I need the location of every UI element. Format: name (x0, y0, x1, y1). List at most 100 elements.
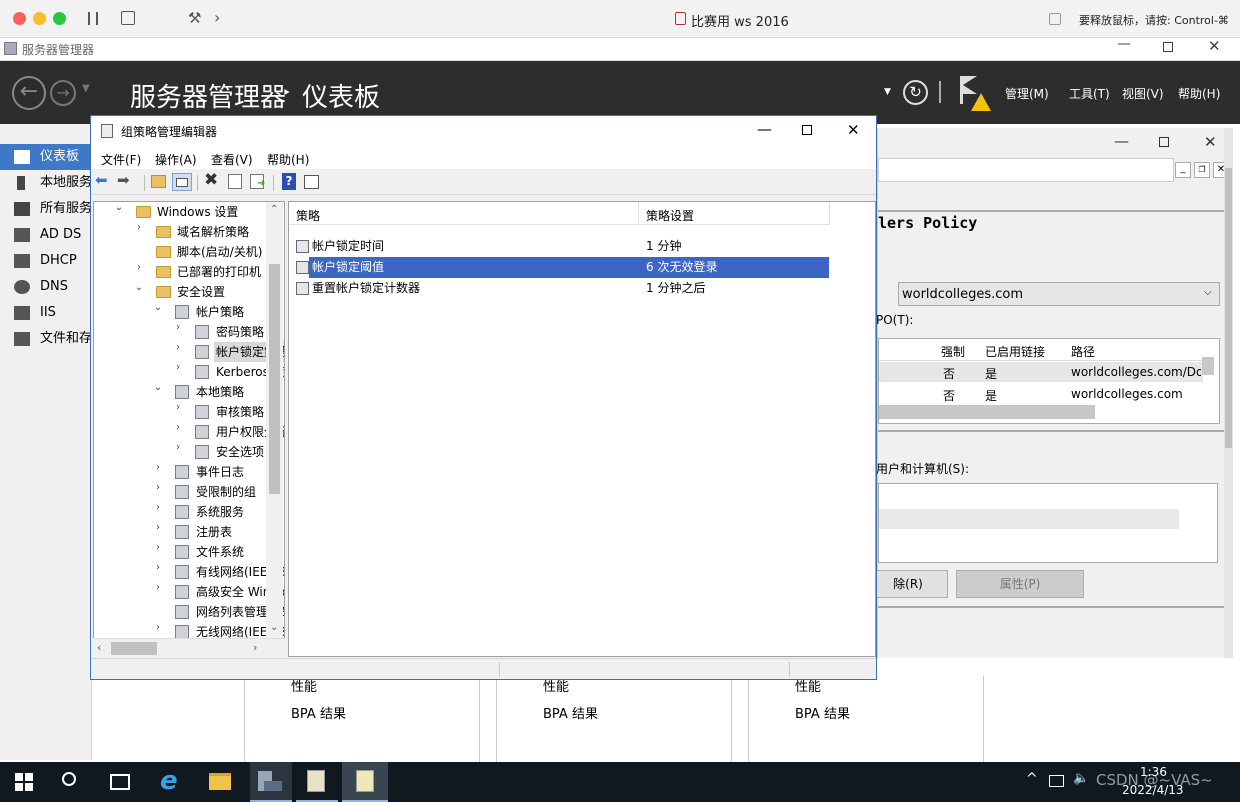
dialog-minimize-button[interactable]: — (1114, 132, 1129, 150)
domain-select[interactable]: worldcolleges.com ⌵ (898, 282, 1220, 306)
menu-tools[interactable]: 工具(T) (1069, 85, 1110, 102)
show-hide-tree-icon[interactable] (172, 173, 192, 191)
col-path[interactable]: 路径 (1071, 343, 1095, 360)
security-filter-list[interactable] (878, 483, 1218, 563)
dropdown-icon[interactable]: ▼ (884, 87, 891, 97)
menu-help[interactable]: 帮助(H) (267, 151, 309, 168)
console-icon[interactable] (304, 175, 319, 189)
sidebar-item-local-server[interactable]: 本地服务器 (0, 170, 92, 196)
links-table[interactable]: 强制 已启用链接 路径 否 是 worldcolleges.com/Do 否 是… (878, 338, 1220, 424)
sidebar-item-file-storage[interactable]: 文件和存储服务 (0, 326, 92, 352)
back-arrow-icon[interactable]: ⬅ (95, 171, 108, 189)
history-dropdown-icon[interactable]: ▼ (82, 83, 90, 94)
list-item[interactable] (879, 509, 1179, 529)
menu-action[interactable]: 操作(A) (155, 151, 197, 168)
taskbar-server-manager[interactable] (250, 762, 292, 802)
collapsed-chevron-icon[interactable]: › (173, 362, 183, 382)
collapsed-chevron-icon[interactable]: › (173, 422, 183, 442)
col-policy-setting[interactable]: 策略设置 (646, 207, 694, 224)
vertical-scrollbar[interactable] (1202, 357, 1214, 375)
gpo-close-button[interactable]: ✕ (847, 121, 860, 139)
col-link-enabled[interactable]: 已启用链接 (985, 343, 1045, 360)
warning-icon[interactable] (971, 93, 991, 111)
menu-view[interactable]: 视图(V) (1122, 85, 1164, 102)
dialog-maximize-button[interactable] (1159, 137, 1169, 147)
policy-list[interactable]: ⌃ 策略 策略设置 帐户锁定时间 1 分钟 帐户锁定阈值 6 次无效登录 重置帐户锁定计… (288, 201, 876, 657)
policy-name[interactable]: 帐户锁定时间 (312, 236, 384, 256)
search-icon[interactable] (62, 772, 76, 786)
collapsed-chevron-icon[interactable]: › (173, 442, 183, 462)
expanded-chevron-icon[interactable]: ⌄ (134, 282, 144, 302)
back-icon[interactable]: ← (12, 76, 46, 110)
expanded-chevron-icon[interactable]: ⌄ (153, 302, 163, 322)
policy-value[interactable]: 1 分钟之后 (646, 278, 705, 298)
tree-vscrollbar[interactable]: ⌃ ⌄ (266, 202, 283, 638)
chevron-right-icon[interactable]: › (214, 8, 220, 27)
tile-bpa-results[interactable]: BPA 结果 (543, 703, 598, 722)
policy-name[interactable]: 重置帐户锁定计数器 (312, 278, 420, 298)
tile-bpa-results[interactable]: BPA 结果 (795, 703, 850, 722)
sidebar-item-ad-ds[interactable]: AD DS (0, 222, 92, 248)
delete-icon[interactable]: ✖ (204, 170, 218, 190)
menu-help[interactable]: 帮助(H) (1178, 85, 1220, 102)
sidebar-item-all-servers[interactable]: 所有服务器 (0, 196, 92, 222)
help-icon[interactable]: ? (282, 173, 296, 190)
col-policy[interactable]: 策略 (296, 207, 320, 224)
window-icon[interactable] (1049, 13, 1061, 25)
policy-name[interactable]: 帐户锁定阈值 (312, 257, 384, 277)
sidebar-item-iis[interactable]: IIS (0, 300, 92, 326)
sidebar-item-dashboard[interactable]: 仪表板 (0, 144, 92, 170)
collapsed-chevron-icon[interactable]: › (173, 402, 183, 422)
role-tile[interactable]: 性能 BPA 结果 (496, 676, 732, 766)
internet-explorer-icon[interactable]: e (160, 766, 178, 796)
menu-file[interactable]: 文件(F) (101, 151, 141, 168)
snapshot-icon[interactable] (121, 11, 135, 25)
restore-button[interactable] (1163, 42, 1173, 52)
minimize-button[interactable]: — (1117, 36, 1131, 52)
zoom-dot-icon[interactable] (53, 12, 66, 25)
collapsed-chevron-icon[interactable]: › (153, 562, 163, 582)
sidebar-item-dhcp[interactable]: DHCP (0, 248, 92, 274)
network-icon[interactable] (1049, 775, 1064, 787)
collapsed-chevron-icon[interactable]: › (153, 582, 163, 602)
policy-value[interactable]: 1 分钟 (646, 236, 681, 256)
export-list-icon[interactable]: ➜ (250, 174, 265, 189)
volume-icon[interactable]: 🔈 (1073, 771, 1089, 786)
file-explorer-icon[interactable] (209, 773, 231, 790)
taskbar-gpo-editor[interactable] (342, 762, 388, 802)
outer-scrollbar[interactable] (1224, 128, 1233, 658)
forward-icon[interactable]: → (50, 80, 76, 106)
minimize-dot-icon[interactable] (33, 12, 46, 25)
notification-flag-icon[interactable] (963, 76, 977, 94)
close-dot-icon[interactable] (13, 12, 26, 25)
pause-icon[interactable] (88, 12, 98, 25)
gpo-maximize-button[interactable] (802, 125, 812, 135)
menu-manage[interactable]: 管理(M) (1005, 85, 1049, 102)
role-tile[interactable]: 性能 BPA 结果 (748, 676, 984, 766)
collapsed-chevron-icon[interactable]: › (153, 462, 163, 482)
refresh-icon[interactable]: ↻ (903, 80, 928, 105)
role-tile[interactable]: 性能 BPA 结果 (244, 676, 480, 766)
collapsed-chevron-icon[interactable]: › (134, 262, 144, 282)
taskbar-group-policy-management[interactable] (296, 762, 338, 802)
collapsed-chevron-icon[interactable]: › (153, 542, 163, 562)
windows-start-icon[interactable] (15, 773, 33, 791)
col-enforced[interactable]: 强制 (941, 343, 965, 360)
sidebar-item-dns[interactable]: DNS (0, 274, 92, 300)
gpo-minimize-button[interactable]: — (757, 120, 772, 138)
chevron-up-icon[interactable]: ^ (1026, 771, 1038, 787)
menu-view[interactable]: 查看(V) (211, 151, 253, 168)
forward-arrow-icon[interactable]: ➡ (117, 171, 130, 189)
up-folder-icon[interactable] (151, 175, 166, 188)
collapsed-chevron-icon[interactable]: › (173, 342, 183, 362)
policy-tree[interactable]: ⌄ Windows 设置 › 域名解析策略 脚本(启动/关机) › 已部署的打印机 ⌄ 安全设置… (93, 201, 285, 657)
expanded-chevron-icon[interactable]: ⌄ (114, 202, 124, 222)
collapsed-chevron-icon[interactable]: › (153, 522, 163, 542)
close-button[interactable]: ✕ (1208, 37, 1221, 55)
tile-bpa-results[interactable]: BPA 结果 (291, 703, 346, 722)
collapsed-chevron-icon[interactable]: › (173, 322, 183, 342)
inner-restore-button[interactable]: ❐ (1194, 162, 1210, 178)
collapsed-chevron-icon[interactable]: › (134, 222, 144, 242)
collapsed-chevron-icon[interactable]: › (153, 502, 163, 522)
dialog-close-button[interactable]: ✕ (1204, 133, 1217, 151)
